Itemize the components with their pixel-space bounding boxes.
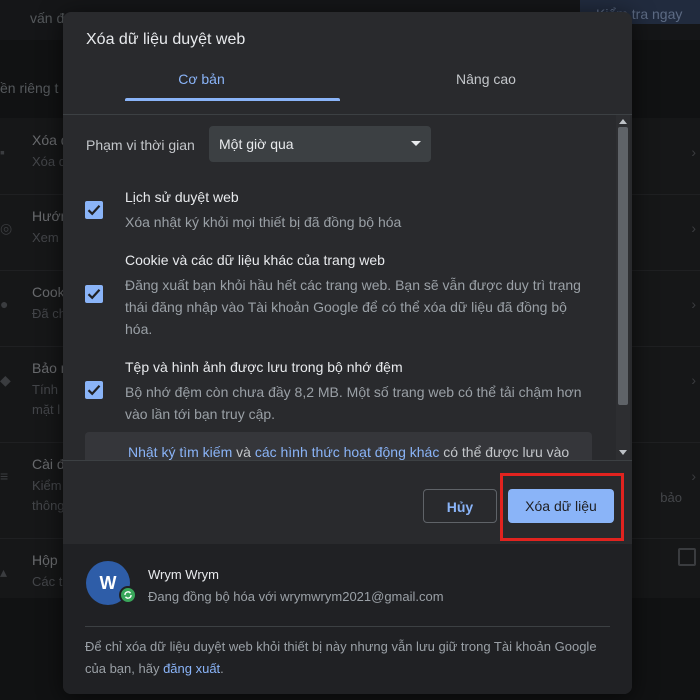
content-scrollbar[interactable] <box>616 115 630 460</box>
sync-icon <box>119 586 137 604</box>
checkbox-browsing-history[interactable] <box>85 201 103 219</box>
search-history-link[interactable]: Nhật ký tìm kiếm <box>128 444 232 460</box>
option-desc: Bộ nhớ đệm còn chưa đầy 8,2 MB. Một số t… <box>125 384 582 422</box>
note-text: Để chỉ xóa dữ liệu duyệt web khỏi thiết … <box>85 639 597 676</box>
option-title: Tệp và hình ảnh được lưu trong bộ nhớ đệ… <box>125 359 403 375</box>
info-text: Nhật ký tìm kiếm và các hình thức hoạt đ… <box>128 444 569 460</box>
cancel-button[interactable]: Hủy <box>423 489 497 523</box>
scrollbar-thumb[interactable] <box>618 127 628 405</box>
scroll-down-arrow-icon[interactable] <box>619 450 627 455</box>
caret-down-icon <box>411 141 421 146</box>
other-activity-link[interactable]: các hình thức hoạt động khác <box>255 444 440 460</box>
dialog-content: Phạm vi thời gian Một giờ qua Lịch sử du… <box>63 115 632 460</box>
account-divider <box>85 626 610 627</box>
footer-divider <box>63 460 632 461</box>
account-section: W Wrym Wrym Đang đồng bộ hóa với wrymwry… <box>63 544 632 694</box>
note-end: . <box>220 661 224 676</box>
search-history-info-box: Nhật ký tìm kiếm và các hình thức hoạt đ… <box>85 432 592 460</box>
time-range-label: Phạm vi thời gian <box>86 137 195 153</box>
tab-basic[interactable]: Cơ bản <box>63 64 340 114</box>
option-title: Cookie và các dữ liệu khác của trang web <box>125 252 385 268</box>
option-desc: Xóa nhật ký khỏi mọi thiết bị đã đồng bộ… <box>125 214 402 230</box>
checkbox-cookies[interactable] <box>85 285 103 303</box>
tab-advanced[interactable]: Nâng cao <box>340 64 632 114</box>
check-icon <box>87 205 101 216</box>
info-middle: và <box>232 444 255 460</box>
dialog-tabs: Cơ bản Nâng cao <box>63 64 632 115</box>
active-tab-indicator <box>125 98 340 101</box>
info-tail: có thể được lưu vào <box>439 444 570 460</box>
checkbox-cached-files[interactable] <box>85 381 103 399</box>
check-icon <box>87 385 101 396</box>
dialog-title: Xóa dữ liệu duyệt web <box>86 31 246 48</box>
sign-out-link[interactable]: đăng xuất <box>163 661 220 676</box>
account-name: Wrym Wrym <box>148 567 219 582</box>
scroll-up-arrow-icon[interactable] <box>619 119 627 124</box>
check-icon <box>87 289 101 300</box>
account-sync-status: Đang đồng bộ hóa với wrymwrym2021@gmail.… <box>148 589 444 604</box>
option-desc: Đăng xuất bạn khỏi hầu hết các trang web… <box>125 277 581 337</box>
time-range-select[interactable]: Một giờ qua <box>209 126 431 162</box>
clear-data-button[interactable]: Xóa dữ liệu <box>508 489 614 523</box>
sign-out-note: Để chỉ xóa dữ liệu duyệt web khỏi thiết … <box>85 636 615 680</box>
option-title: Lịch sử duyệt web <box>125 189 239 205</box>
clear-browsing-data-dialog: Xóa dữ liệu duyệt web Cơ bản Nâng cao Ph… <box>63 12 632 694</box>
time-range-value: Một giờ qua <box>219 136 294 152</box>
